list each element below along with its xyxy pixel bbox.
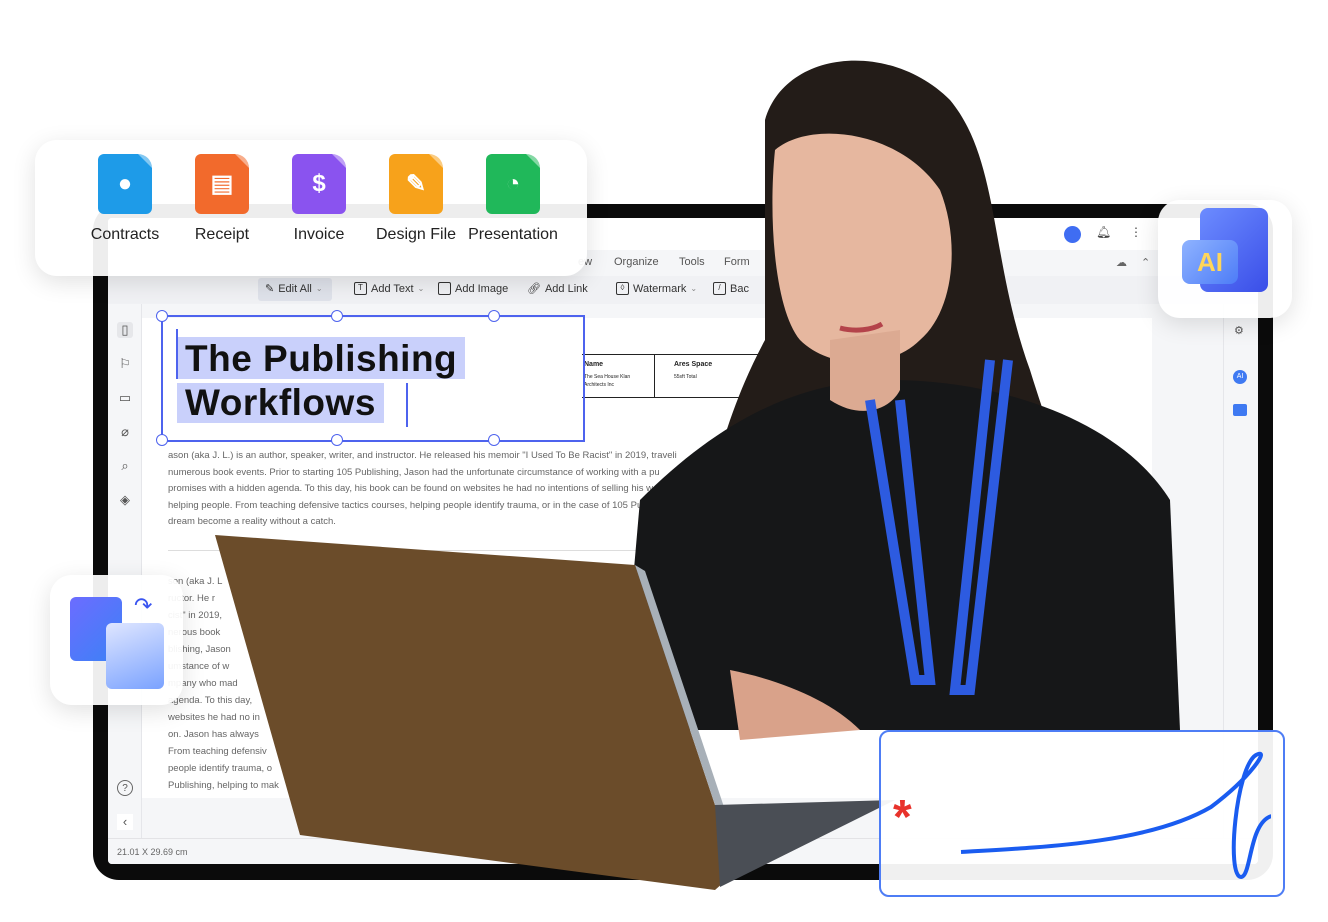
file-type-label: Presentation: [468, 226, 558, 243]
ai-badge: AI: [1182, 240, 1238, 284]
search-icon[interactable]: ⌕: [117, 458, 133, 474]
link-icon: 🔗︎: [527, 283, 541, 295]
file-type-label: Contracts: [90, 226, 160, 243]
resize-handle[interactable]: [156, 434, 168, 446]
collapse-sidebar-icon[interactable]: ‹: [117, 814, 133, 830]
page-size: 21.01 X 29.69 cm: [117, 847, 188, 857]
file-type-contracts[interactable]: ● Contracts: [77, 154, 173, 244]
bookmark-icon[interactable]: ⚐: [117, 356, 133, 372]
text-cursor-start: [176, 329, 178, 379]
comment-icon[interactable]: ▭: [117, 390, 133, 406]
receipt-icon: ▤: [195, 154, 249, 214]
resize-handle[interactable]: [331, 310, 343, 322]
file-type-label: Invoice: [293, 226, 345, 243]
add-image-button[interactable]: Add Image: [438, 282, 508, 295]
pie-chart-icon: ◔: [486, 154, 540, 214]
file-type-receipt[interactable]: ▤ Receipt: [174, 154, 270, 244]
image-icon: [438, 282, 451, 295]
text-cursor-end: [406, 383, 408, 427]
resize-handle[interactable]: [488, 434, 500, 446]
convert-arrow-icon: ↷: [134, 593, 153, 618]
laptop-photo: [215, 535, 895, 890]
file-type-label: Design File: [375, 226, 457, 243]
signature-stroke: [960, 751, 1271, 880]
file-type-invoice[interactable]: $ Invoice: [271, 154, 367, 244]
ai-card: AI: [1158, 200, 1292, 318]
resize-handle[interactable]: [488, 310, 500, 322]
image-convert-card: ↷: [50, 575, 183, 705]
help-icon[interactable]: ?: [117, 780, 133, 796]
file-type-presentation[interactable]: ◔ Presentation: [465, 154, 561, 244]
edit-all-button[interactable]: ✎ Edit All ⌄: [265, 282, 323, 296]
translate-icon[interactable]: [1233, 404, 1247, 416]
dollar-icon: $: [292, 154, 346, 214]
add-text-button[interactable]: T Add Text ⌄: [354, 282, 424, 295]
page-icon[interactable]: ▯: [117, 322, 133, 338]
file-types-card: ● Contracts ▤ Receipt $ Invoice ✎ Design File ◔ P…: [35, 140, 587, 276]
heading-line-1[interactable]: The Publishing: [177, 337, 466, 379]
layers-icon[interactable]: ◈: [117, 492, 133, 508]
pencil-ruler-icon: ✎: [389, 154, 443, 214]
text-selection-box[interactable]: The Publishing Workflows: [156, 310, 585, 446]
person-icon: ●: [98, 154, 152, 214]
properties-icon[interactable]: ⚙: [1234, 324, 1244, 337]
attachment-icon[interactable]: ⌀: [117, 424, 133, 440]
pen-icon: ✎: [265, 283, 275, 295]
heading-line-2[interactable]: Workflows: [177, 383, 384, 423]
ai-assistant-icon[interactable]: AI: [1233, 370, 1247, 384]
file-type-label: Receipt: [194, 226, 250, 243]
image-file-icon: [106, 623, 164, 689]
text-line: dream become a reality without a catch.: [168, 516, 336, 527]
required-asterisk: *: [893, 791, 912, 844]
signature-card[interactable]: *: [879, 730, 1285, 897]
file-type-design-file[interactable]: ✎ Design File: [368, 154, 464, 244]
left-sidebar: ▯ ⚐ ▭ ⌀ ⌕ ◈ ? ‹: [108, 304, 142, 844]
resize-handle[interactable]: [331, 434, 343, 446]
resize-handle[interactable]: [156, 310, 168, 322]
text-icon: T: [354, 282, 367, 295]
